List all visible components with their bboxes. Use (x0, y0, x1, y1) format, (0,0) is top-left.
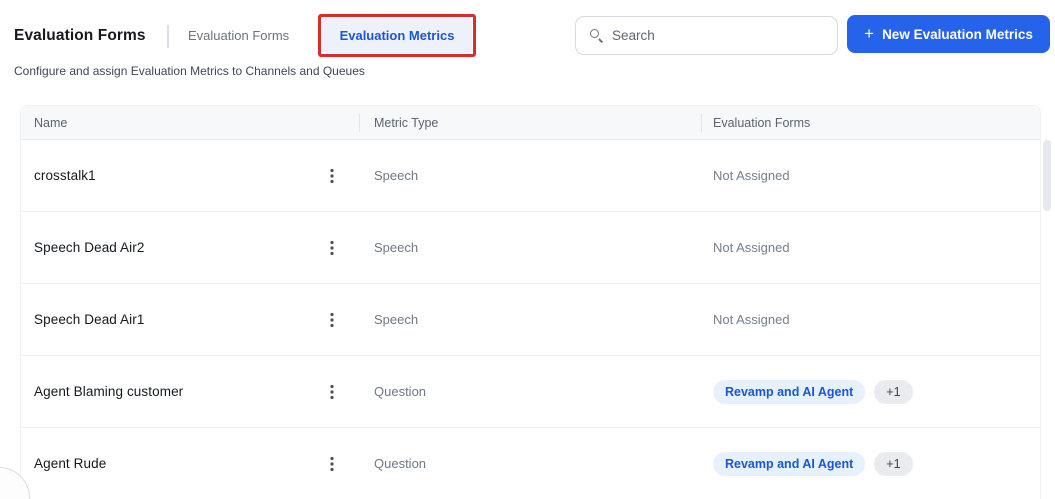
metric-name: Speech Dead Air2 (34, 240, 145, 255)
badge-evaluation-form[interactable]: Revamp and AI Agent (713, 451, 866, 476)
title-divider (167, 25, 169, 48)
name-cell: crosstalk1 (21, 164, 359, 188)
scrollbar-thumb[interactable] (1043, 140, 1051, 211)
new-evaluation-metrics-button[interactable]: + New Evaluation Metrics (847, 15, 1050, 53)
column-header-metric-type: Metric Type (374, 115, 439, 130)
column-divider (359, 114, 360, 132)
kebab-menu-icon[interactable] (324, 236, 340, 260)
metric-name: Speech Dead Air1 (34, 312, 145, 327)
table-row[interactable]: Speech Dead Air2 Speech Not Assigned (21, 212, 1040, 284)
name-cell: Agent Blaming customer (21, 380, 359, 404)
column-divider (701, 114, 702, 132)
table-header: Name Metric Type Evaluation Forms (21, 106, 1040, 140)
column-header-evaluation-forms: Evaluation Forms (713, 115, 811, 130)
evaluation-forms-cell: Not Assigned (701, 240, 1040, 255)
badge-evaluation-form[interactable]: Revamp and AI Agent (713, 379, 866, 404)
topbar: Evaluation Forms Evaluation Forms Evalua… (0, 0, 1055, 62)
metric-name: crosstalk1 (34, 168, 96, 183)
evaluation-forms-cell: Not Assigned (701, 312, 1040, 327)
kebab-menu-icon[interactable] (324, 308, 340, 332)
name-cell: Speech Dead Air2 (21, 236, 359, 260)
page-title: Evaluation Forms (14, 27, 146, 44)
evaluation-metrics-page: Evaluation Forms Evaluation Forms Evalua… (0, 0, 1055, 499)
metric-type-cell: Question (374, 384, 427, 399)
search-placeholder: Search (612, 28, 655, 43)
new-button-label: New Evaluation Metrics (882, 26, 1033, 42)
evaluation-forms-cell: Revamp and AI Agent +1 (701, 379, 1040, 404)
table-row[interactable]: Agent Blaming customer Question Revamp a… (21, 356, 1040, 428)
metric-type-cell: Question (374, 456, 427, 471)
metric-type-cell: Speech (374, 168, 419, 183)
not-assigned-label: Not Assigned (713, 168, 790, 183)
name-cell: Speech Dead Air1 (21, 308, 359, 332)
name-cell: Agent Rude (21, 452, 359, 476)
table-row[interactable]: Agent Rude Question Revamp and AI Agent +… (21, 428, 1040, 499)
metric-name: Agent Blaming customer (34, 384, 184, 399)
search-input[interactable]: Search (575, 16, 838, 55)
metric-name: Agent Rude (34, 456, 107, 471)
evaluation-forms-cell: Revamp and AI Agent +1 (701, 451, 1040, 476)
badge-count: +1 (874, 379, 913, 404)
table-row[interactable]: crosstalk1 Speech Not Assigned (21, 140, 1040, 212)
tab-evaluation-forms[interactable]: Evaluation Forms (188, 22, 289, 50)
badge-count: +1 (874, 451, 913, 476)
annotation-red-box: Evaluation Metrics (318, 14, 476, 57)
not-assigned-label: Not Assigned (713, 240, 790, 255)
table-body: crosstalk1 Speech Not Assigned Speech De… (21, 140, 1040, 499)
metric-type-cell: Speech (374, 312, 419, 327)
page-subtitle: Configure and assign Evaluation Metrics … (14, 64, 365, 78)
evaluation-forms-cell: Not Assigned (701, 168, 1040, 183)
column-header-name: Name (34, 115, 68, 130)
metric-type-cell: Speech (374, 240, 419, 255)
metrics-table: Name Metric Type Evaluation Forms crosst… (20, 105, 1041, 499)
tab-evaluation-metrics[interactable]: Evaluation Metrics (322, 18, 472, 53)
table-row[interactable]: Speech Dead Air1 Speech Not Assigned (21, 284, 1040, 356)
kebab-menu-icon[interactable] (324, 452, 340, 476)
plus-icon: + (864, 23, 875, 43)
not-assigned-label: Not Assigned (713, 312, 790, 327)
search-icon (590, 29, 604, 43)
kebab-menu-icon[interactable] (324, 164, 340, 188)
kebab-menu-icon[interactable] (324, 380, 340, 404)
